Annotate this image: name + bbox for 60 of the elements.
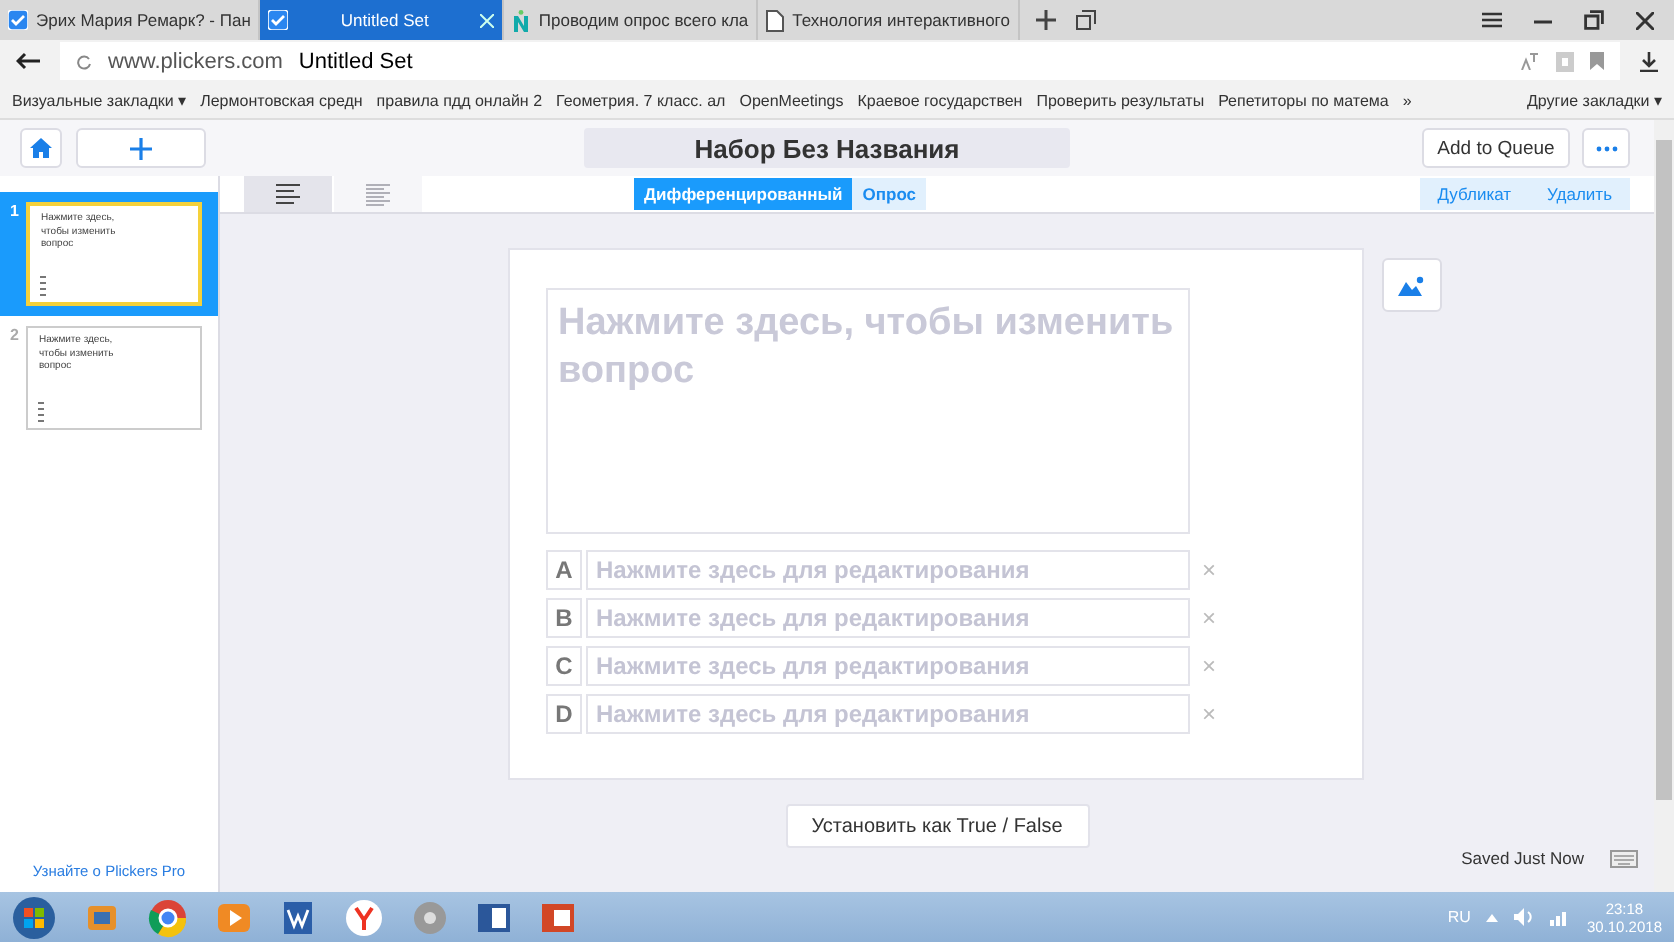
bookmark-link[interactable]: Лермонтовская средн [200,91,363,109]
document-app-icon[interactable] [280,899,316,935]
menu-icon[interactable] [1482,12,1502,28]
lines-icon [276,183,300,205]
back-icon[interactable] [16,52,40,70]
bookmark-link[interactable]: Репетиторы по матема [1218,91,1389,109]
volume-icon[interactable] [1514,908,1535,926]
bookmark-link[interactable]: OpenMeetings [739,91,844,109]
bookmark-icon[interactable] [1590,52,1604,70]
add-button[interactable] [76,128,206,168]
bookmark-link[interactable]: правила пдд онлайн 2 [376,91,543,109]
answer-letter: D [546,694,582,734]
download-icon[interactable] [1640,51,1658,71]
add-image-button[interactable] [1382,258,1442,312]
minimize-icon[interactable] [1534,17,1552,23]
answer-letter: A [546,550,582,590]
close-icon[interactable] [1636,11,1654,29]
n-logo-icon [512,9,531,31]
home-icon [30,138,52,158]
browser-tab[interactable]: Untitled Set [260,0,505,40]
keyboard-icon[interactable] [1610,849,1638,867]
bookmark-link[interactable]: Краевое государствен [857,91,1023,109]
checkbox-icon [268,10,289,30]
bookmark-link[interactable]: Проверить результаты [1036,91,1205,109]
yandex-browser-icon[interactable] [344,897,384,937]
tray-arrow-icon[interactable] [1486,913,1499,921]
view-toggle[interactable] [334,176,422,212]
lines-icon [366,183,390,205]
new-tab-icon[interactable] [1035,10,1056,30]
bookmark-link[interactable]: Визуальные закладки ▾ [12,91,187,109]
more-icon [1595,145,1617,151]
tabs-icon[interactable] [1075,10,1096,30]
save-status: Saved Just Now [1461,848,1584,868]
set-title[interactable]: Набор Без Названия [584,128,1070,168]
more-button[interactable] [1582,128,1630,168]
disc-app-icon[interactable] [412,899,448,935]
home-button[interactable] [20,128,62,168]
true-false-button[interactable]: Установить как True / False [785,804,1089,848]
answer-letter: C [546,646,582,686]
presentation-app-icon[interactable] [540,899,576,935]
slide-number: 2 [10,326,19,348]
slide-number: 1 [10,202,19,224]
bookmark-link[interactable]: Геометрия. 7 класс. ал [556,91,726,109]
network-icon[interactable] [1550,908,1571,926]
image-icon [1397,275,1427,295]
reload-icon [76,53,92,69]
media-player-icon[interactable] [216,899,252,935]
restore-icon[interactable] [1584,10,1604,30]
answer-letter: B [546,598,582,638]
start-button[interactable] [12,895,56,939]
page-icon [766,9,785,31]
address-field[interactable]: www.plickers.com Untitled Set [60,42,1620,80]
view-toggle[interactable] [244,176,332,212]
checkbox-icon [8,10,28,30]
browser-app-icon[interactable] [148,897,188,937]
plus-icon [130,137,152,159]
add-to-queue-button[interactable]: Add to Queue [1422,128,1570,168]
translate-icon[interactable] [1520,52,1540,70]
bookmark-link[interactable]: Другие закладки ▾ [1526,91,1662,109]
bookmark-link[interactable]: » [1402,91,1412,109]
